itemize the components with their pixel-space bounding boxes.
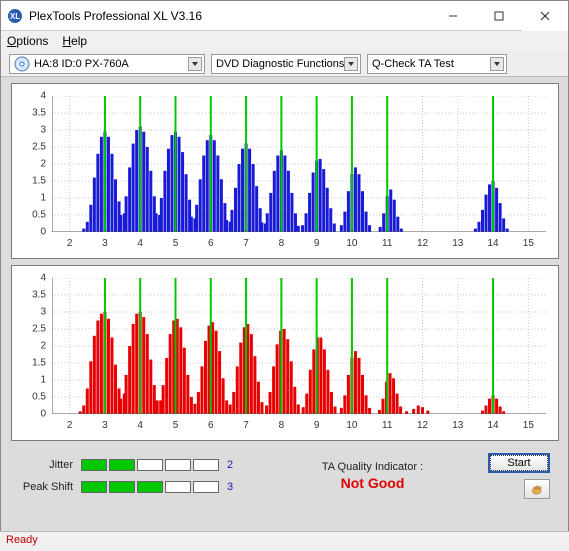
segment <box>109 481 135 493</box>
minimize-button[interactable] <box>430 1 476 31</box>
toolbar: HA:8 ID:0 PX-760A DVD Diagnostic Functio… <box>1 51 568 77</box>
drive-select-value: HA:8 ID:0 PX-760A <box>34 58 129 70</box>
statusbar: Ready <box>0 531 569 551</box>
window-title: PlexTools Professional XL V3.16 <box>29 9 430 23</box>
status-text: Ready <box>6 534 38 546</box>
content-area: 00.511.522.533.54 23456789101112131415 0… <box>1 77 568 507</box>
peakshift-label: Peak Shift <box>19 481 81 493</box>
segment <box>193 481 219 493</box>
ta-quality-label: TA Quality Indicator : <box>269 461 476 473</box>
chevron-down-icon <box>490 57 504 71</box>
chart-top-xaxis: 23456789101112131415 <box>52 238 546 252</box>
start-button[interactable]: Start <box>488 453 550 473</box>
test-select[interactable]: Q-Check TA Test <box>367 54 507 74</box>
chart-top: 00.511.522.533.54 23456789101112131415 <box>11 83 559 259</box>
chart-top-plot <box>52 96 546 232</box>
segment <box>137 481 163 493</box>
hand-icon <box>530 483 544 495</box>
chart-bottom-xaxis: 23456789101112131415 <box>52 420 546 434</box>
chevron-down-icon <box>344 57 358 71</box>
menu-help[interactable]: Help <box>62 34 87 48</box>
menu-options[interactable]: Options <box>7 34 48 48</box>
diagnostic-select-value: DVD Diagnostic Functions <box>216 58 344 70</box>
titlebar: XL PlexTools Professional XL V3.16 <box>1 1 568 31</box>
jitter-value: 2 <box>227 459 233 471</box>
segment <box>137 459 163 471</box>
drive-select[interactable]: HA:8 ID:0 PX-760A <box>9 54 205 74</box>
ta-quality-value: Not Good <box>269 475 476 491</box>
peakshift-value: 3 <box>227 481 233 493</box>
start-button-label: Start <box>507 457 530 469</box>
chart-bottom: 00.511.522.533.54 23456789101112131415 <box>11 265 559 441</box>
segment <box>193 459 219 471</box>
quality-panel: Jitter 2 Peak Shift 3 TA Quality Indicat… <box>11 447 558 503</box>
segment <box>81 459 107 471</box>
segment <box>109 459 135 471</box>
disc-icon <box>14 56 30 72</box>
options-button[interactable] <box>524 479 550 499</box>
chart-bottom-yaxis: 00.511.522.533.54 <box>12 278 50 414</box>
segment <box>81 481 107 493</box>
chart-bottom-plot <box>52 278 546 414</box>
segment <box>165 459 191 471</box>
menubar: Options Help <box>1 31 568 51</box>
jitter-label: Jitter <box>19 459 81 471</box>
app-icon: XL <box>7 8 23 24</box>
peakshift-bar <box>81 481 221 493</box>
svg-text:XL: XL <box>10 12 20 21</box>
close-button[interactable] <box>522 1 568 31</box>
segment <box>165 481 191 493</box>
chart-top-yaxis: 00.511.522.533.54 <box>12 96 50 232</box>
test-select-value: Q-Check TA Test <box>372 58 454 70</box>
chevron-down-icon <box>188 57 202 71</box>
jitter-bar <box>81 459 221 471</box>
diagnostic-select[interactable]: DVD Diagnostic Functions <box>211 54 361 74</box>
maximize-button[interactable] <box>476 1 522 31</box>
